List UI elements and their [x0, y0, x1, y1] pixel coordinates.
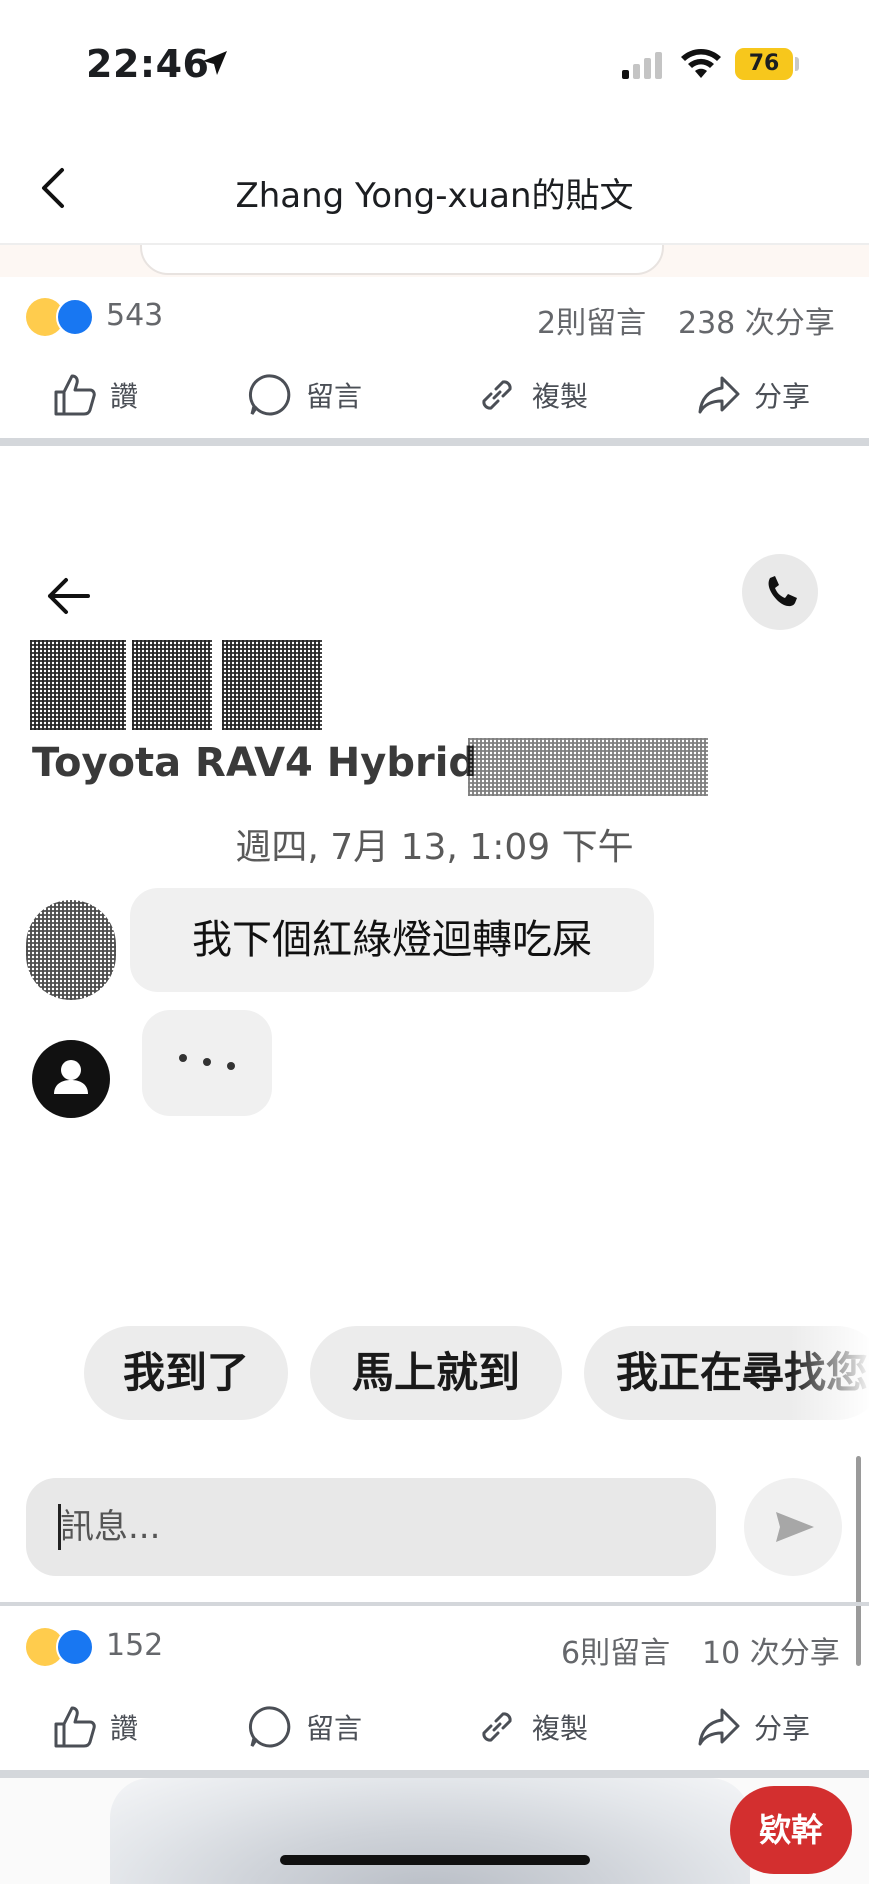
comment-count[interactable]: 2則留言	[537, 298, 646, 342]
link-icon	[482, 380, 512, 410]
fur-photo	[110, 1778, 750, 1884]
message-bubble: 我下個紅綠燈迴轉吃屎	[130, 888, 654, 992]
post-action-bar: 讚 留言 複製 分享	[0, 360, 869, 430]
reaction-count[interactable]: 152	[106, 1628, 163, 1663]
share-icon	[698, 1708, 740, 1746]
message-input: 訊息...	[26, 1478, 716, 1576]
phone-icon	[768, 576, 797, 607]
redacted-name	[30, 640, 126, 730]
status-time: 22:46	[86, 42, 210, 86]
comment-button[interactable]: 留言	[248, 1692, 362, 1762]
share-label: 分享	[754, 1712, 811, 1745]
post-image-chat-screenshot[interactable]	[0, 446, 869, 1596]
like-reaction-icon	[56, 1628, 94, 1666]
share-icon	[698, 376, 740, 414]
battery-cap	[795, 57, 799, 71]
comment-icon	[248, 374, 291, 416]
sender-avatar	[26, 900, 116, 1000]
back-arrow-icon	[48, 578, 90, 614]
redacted-name	[132, 640, 212, 730]
link-icon	[482, 1712, 512, 1742]
redacted-plate	[468, 738, 708, 796]
chat-date: 週四, 7月 13, 1:09 下午	[235, 827, 634, 868]
home-indicator[interactable]	[280, 1855, 590, 1865]
red-badge[interactable]: 欵幹	[730, 1786, 852, 1874]
cellular-signal-icon	[622, 52, 662, 79]
wifi-icon	[681, 49, 721, 78]
chip-fade	[790, 1326, 869, 1420]
share-count[interactable]: 238 次分享	[678, 298, 835, 342]
comment-count[interactable]: 6則留言	[561, 1628, 670, 1672]
share-button[interactable]: 分享	[696, 360, 810, 430]
send-icon	[776, 1512, 814, 1542]
comment-icon	[248, 1706, 291, 1748]
like-button[interactable]: 讚	[52, 1692, 138, 1762]
user-avatar-icon	[32, 1040, 110, 1118]
share-button[interactable]: 分享	[696, 1692, 810, 1762]
thumbs-up-icon	[54, 374, 96, 416]
quick-reply-chip: 馬上就到	[310, 1326, 562, 1420]
post-action-bar: 讚 留言 複製 分享	[0, 1692, 869, 1762]
share-count[interactable]: 10 次分享	[702, 1628, 840, 1672]
quick-reply-chip: 我到了	[84, 1326, 288, 1420]
post-separator	[0, 1770, 869, 1778]
like-reaction-icon	[56, 298, 94, 336]
battery-level: 76	[735, 48, 793, 80]
vehicle-name: Toyota RAV4 Hybrid	[32, 740, 478, 786]
typing-indicator	[142, 1010, 272, 1116]
reaction-icons[interactable]	[26, 1628, 96, 1668]
copy-label: 複製	[532, 380, 589, 413]
post-separator	[0, 438, 869, 446]
reaction-icons[interactable]	[26, 298, 96, 338]
copy-label: 複製	[532, 1712, 589, 1745]
comment-button[interactable]: 留言	[248, 360, 362, 430]
like-label: 讚	[110, 380, 139, 413]
share-label: 分享	[754, 380, 811, 413]
thumbs-up-icon	[54, 1706, 96, 1748]
send-button	[744, 1478, 842, 1576]
call-button	[742, 554, 818, 630]
preview-bubble	[140, 245, 664, 275]
post-separator	[0, 1602, 869, 1606]
copy-link-button[interactable]: 複製	[474, 360, 588, 430]
reaction-count[interactable]: 543	[106, 298, 163, 333]
text-cursor	[58, 1504, 61, 1550]
comment-label: 留言	[306, 1712, 363, 1745]
page-title: Zhang Yong-xuan的貼文	[235, 176, 634, 216]
comment-label: 留言	[306, 380, 363, 413]
scrollbar[interactable]	[856, 1456, 861, 1666]
redacted-name	[222, 640, 322, 730]
copy-link-button[interactable]: 複製	[474, 1692, 588, 1762]
previous-post-preview	[0, 245, 869, 277]
like-button[interactable]: 讚	[52, 360, 138, 430]
like-label: 讚	[110, 1712, 139, 1745]
location-arrow-icon	[203, 51, 227, 75]
